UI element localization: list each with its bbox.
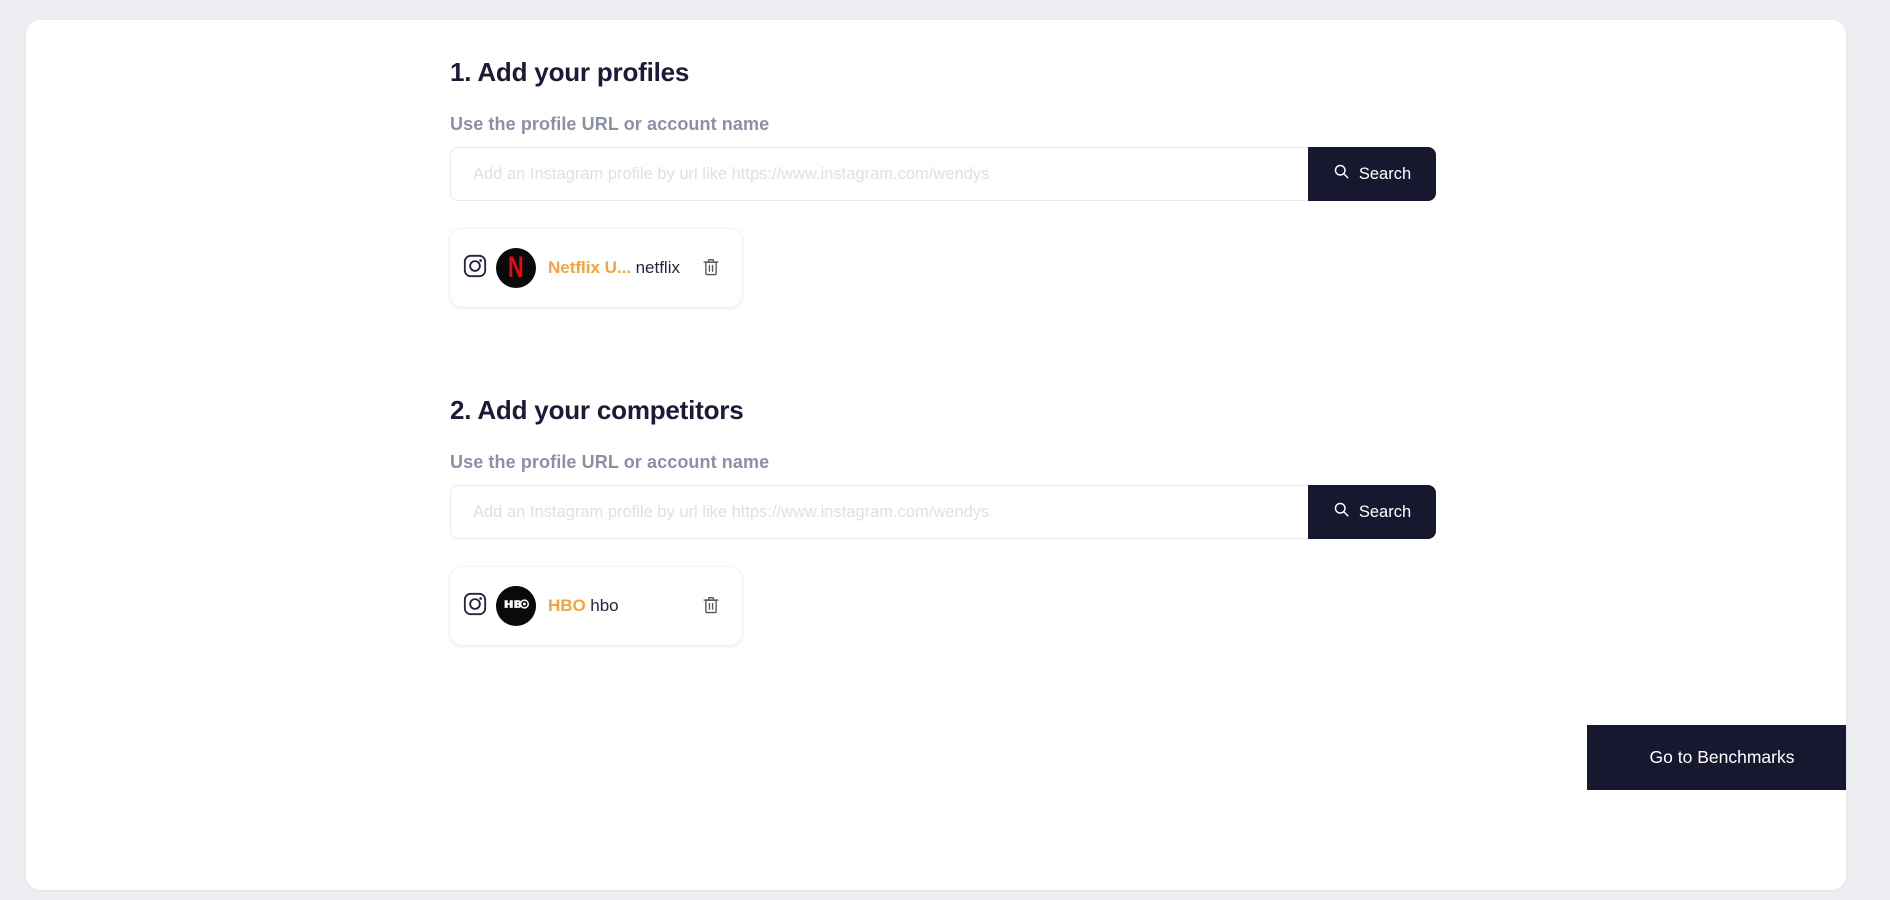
profile-handle: netflix [635, 257, 680, 277]
competitors-field-label: Use the profile URL or account name [450, 452, 770, 473]
onboarding-content: 1. Add your profiles Use the profile URL… [450, 57, 1450, 646]
profiles-list: N Netflix U... netflix [450, 229, 1450, 308]
avatar [496, 586, 536, 627]
section-add-profiles: 1. Add your profiles Use the profile URL… [450, 57, 1450, 308]
competitors-search-button-label: Search [1358, 502, 1412, 521]
profiles-search-input[interactable] [450, 147, 1308, 202]
avatar-initial: N [508, 250, 524, 284]
search-icon [1333, 501, 1350, 523]
profiles-search-row: Search [450, 147, 1436, 202]
instagram-icon [462, 591, 488, 622]
search-icon [1333, 163, 1350, 185]
instagram-icon [462, 253, 488, 284]
trash-icon [700, 594, 722, 619]
profiles-search-button[interactable]: Search [1308, 147, 1436, 202]
profile-handle: hbo [590, 595, 619, 615]
section-title-competitors: 2. Add your competitors [450, 395, 744, 426]
delete-profile-button[interactable] [694, 589, 728, 623]
delete-profile-button[interactable] [694, 251, 728, 285]
competitors-search-row: Search [450, 485, 1436, 540]
avatar: N [496, 248, 536, 289]
profile-text: Netflix U... netflix [548, 257, 694, 280]
profiles-field-label: Use the profile URL or account name [450, 114, 770, 135]
avatar-logo [496, 586, 536, 626]
competitors-search-input[interactable] [450, 485, 1308, 540]
profiles-search-button-label: Search [1358, 164, 1412, 183]
main-panel: 1. Add your profiles Use the profile URL… [26, 20, 1846, 890]
section-add-competitors: 2. Add your competitors Use the profile … [450, 395, 1450, 646]
section-title-profiles: 1. Add your profiles [450, 57, 690, 87]
profile-display-name: HBO [548, 595, 586, 615]
profile-card[interactable]: HBO hbo [450, 567, 742, 646]
profile-text: HBO hbo [548, 595, 694, 618]
trash-icon [700, 256, 722, 281]
profile-display-name: Netflix U... [548, 257, 632, 277]
competitors-list: HBO hbo [450, 567, 1450, 646]
go-to-benchmarks-button[interactable]: Go to Benchmarks [1587, 725, 1846, 790]
competitors-search-button[interactable]: Search [1308, 485, 1436, 540]
profile-card[interactable]: N Netflix U... netflix [450, 229, 742, 308]
